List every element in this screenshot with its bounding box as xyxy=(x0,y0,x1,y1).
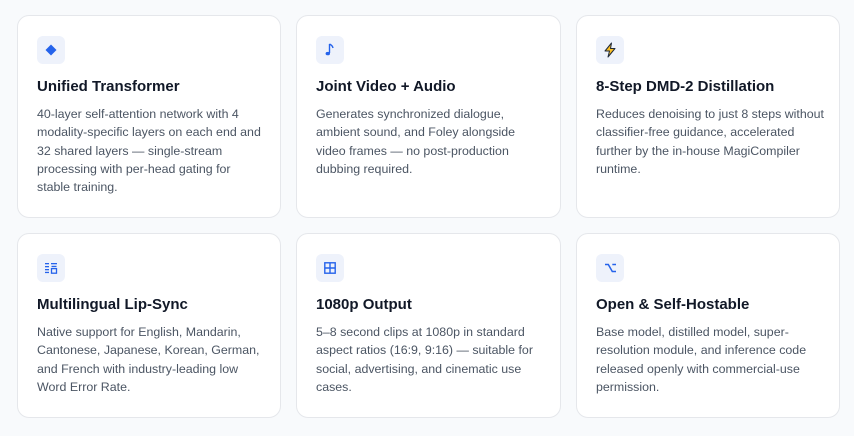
lightning-bolt-icon xyxy=(596,36,624,64)
feature-card-unified-transformer: Unified Transformer 40-layer self-attent… xyxy=(17,15,281,218)
grid-frame-icon xyxy=(316,254,344,282)
card-title: Unified Transformer xyxy=(37,78,180,95)
feature-card-open-self-hostable: Open & Self-Hostable Base model, distill… xyxy=(576,233,840,418)
feature-card-dmd2-distillation: 8-Step DMD-2 Distillation Reduces denois… xyxy=(576,15,840,218)
card-title: 8-Step DMD-2 Distillation xyxy=(596,78,775,95)
feature-card-joint-video-audio: Joint Video + Audio Generates synchroniz… xyxy=(296,15,561,218)
card-description: Generates synchronized dialogue, ambient… xyxy=(316,107,516,176)
option-key-icon xyxy=(596,254,624,282)
feature-card-multilingual-lip-sync: Multilingual Lip-Sync Native support for… xyxy=(17,233,281,418)
card-description: Native support for English, Mandarin, Ca… xyxy=(37,325,260,394)
feature-card-1080p-output: 1080p Output 5–8 second clips at 1080p i… xyxy=(296,233,561,418)
card-title: 1080p Output xyxy=(316,296,412,313)
card-title: Open & Self-Hostable xyxy=(596,296,750,313)
card-description: Reduces denoising to just 8 steps withou… xyxy=(596,107,824,176)
card-description: 40-layer self-attention network with 4 m… xyxy=(37,107,261,195)
card-title: Joint Video + Audio xyxy=(316,78,456,95)
card-description: 5–8 second clips at 1080p in standard as… xyxy=(316,325,533,394)
card-description: Base model, distilled model, super-resol… xyxy=(596,325,807,394)
card-title: Multilingual Lip-Sync xyxy=(37,296,188,313)
feature-grid: Unified Transformer 40-layer self-attent… xyxy=(0,0,854,436)
music-note-icon xyxy=(316,36,344,64)
diamond-icon xyxy=(37,36,65,64)
language-icon xyxy=(37,254,65,282)
